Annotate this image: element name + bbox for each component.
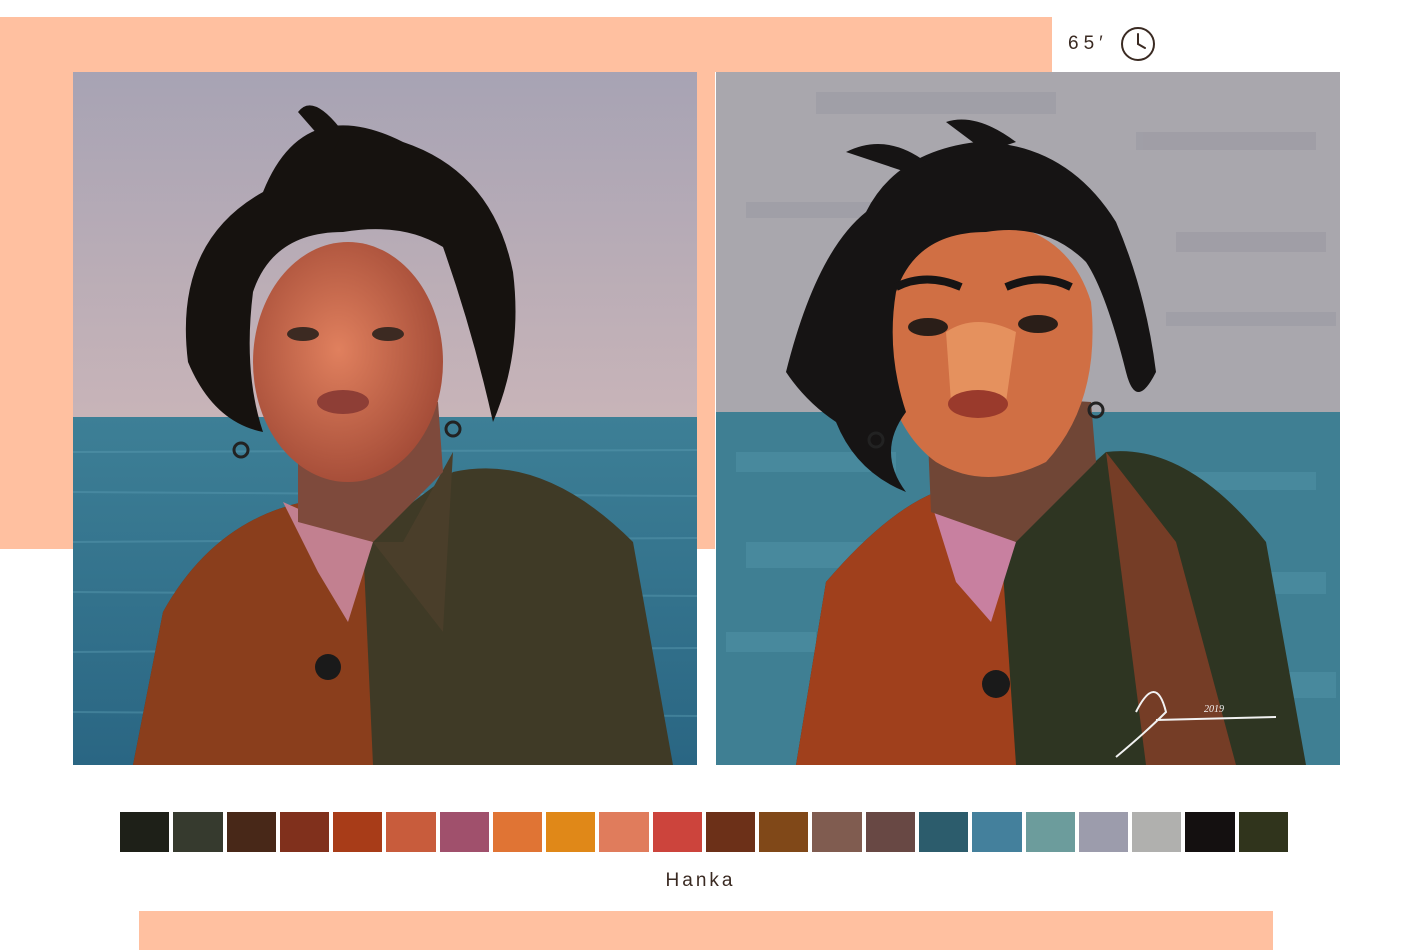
palette-swatch: [759, 812, 809, 852]
palette-swatch: [173, 812, 223, 852]
palette-swatch: [279, 812, 330, 852]
palette-swatch: [1078, 812, 1129, 852]
signature-year: 2019: [1204, 704, 1224, 715]
time-spent: 65′: [1068, 26, 1156, 62]
palette-swatch: [1238, 812, 1288, 852]
portrait-title: Hanka: [665, 870, 736, 891]
palette-swatch: [386, 812, 436, 852]
palette-swatch: [120, 812, 170, 852]
palette-swatch: [918, 812, 969, 852]
painting-image: 2019: [716, 72, 1340, 765]
palette-swatch: [439, 812, 489, 852]
digital-painting: 2019: [716, 72, 1340, 765]
palette-swatch: [705, 812, 756, 852]
palette-swatch: [972, 812, 1022, 852]
reference-photo: [73, 72, 697, 765]
palette-swatch: [1132, 812, 1182, 852]
palette-swatch: [546, 812, 596, 852]
time-spent-label: 65′: [1068, 33, 1108, 54]
clock-icon: [1120, 27, 1155, 61]
palette-swatch: [1025, 812, 1075, 852]
palette-swatch: [492, 812, 543, 852]
palette-swatch: [1185, 812, 1235, 852]
palette-swatch: [226, 812, 276, 852]
palette-swatch: [812, 812, 862, 852]
palette-swatch: [333, 812, 383, 852]
color-palette: [120, 812, 1288, 852]
peach-banner-bottom: [139, 911, 1273, 950]
portrait-photo-image: [73, 72, 697, 765]
palette-swatch: [865, 812, 915, 852]
palette-swatch: [652, 812, 702, 852]
palette-swatch: [599, 812, 649, 852]
